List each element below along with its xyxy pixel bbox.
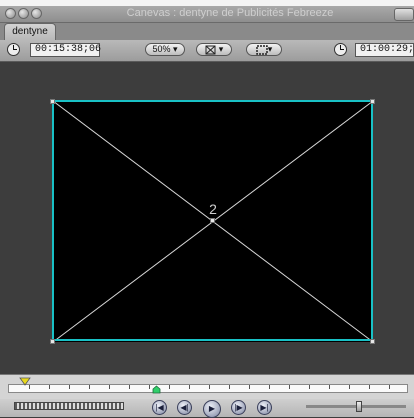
- jog-slider-knob[interactable]: [356, 401, 362, 412]
- ruler-tick: [269, 385, 270, 389]
- go-to-end-icon: ▶|: [260, 403, 269, 412]
- ruler-tick: [169, 385, 170, 389]
- ruler-tick: [89, 385, 90, 389]
- go-to-end-button[interactable]: ▶|: [257, 400, 272, 415]
- ruler-tick: [149, 385, 150, 389]
- ruler-tick: [189, 385, 190, 389]
- ruler-tick: [209, 385, 210, 389]
- next-edit-icon: |▶: [234, 403, 243, 412]
- ruler-tick: [349, 385, 350, 389]
- go-to-start-icon: |◀: [155, 403, 164, 412]
- ruler-tick: [109, 385, 110, 389]
- playhead-icon[interactable]: [19, 377, 31, 387]
- play-icon: ▶: [208, 404, 216, 413]
- ruler-tick: [69, 385, 70, 389]
- layer-number-label: 2: [209, 201, 217, 217]
- center-anchor-handle[interactable]: [210, 218, 215, 223]
- corner-handle-top-right[interactable]: [370, 99, 375, 104]
- timeline-ruler[interactable]: [8, 384, 408, 393]
- shuttle-control[interactable]: [14, 402, 124, 410]
- ruler-tick: [229, 385, 230, 389]
- next-edit-button[interactable]: |▶: [231, 400, 246, 415]
- previous-edit-icon: ◀|: [180, 403, 189, 412]
- ruler-tick: [309, 385, 310, 389]
- ruler-tick: [249, 385, 250, 389]
- ruler-tick: [389, 385, 390, 389]
- corner-handle-bottom-left[interactable]: [50, 339, 55, 344]
- ruler-tick: [49, 385, 50, 389]
- in-point-marker-icon[interactable]: [152, 385, 161, 394]
- go-to-start-button[interactable]: |◀: [152, 400, 167, 415]
- corner-handle-bottom-right[interactable]: [370, 339, 375, 344]
- ruler-tick: [369, 385, 370, 389]
- previous-edit-button[interactable]: ◀|: [177, 400, 192, 415]
- play-button[interactable]: ▶: [203, 400, 221, 418]
- corner-handle-top-left[interactable]: [50, 99, 55, 104]
- ruler-tick: [329, 385, 330, 389]
- ruler-tick: [129, 385, 130, 389]
- ruler-tick: [289, 385, 290, 389]
